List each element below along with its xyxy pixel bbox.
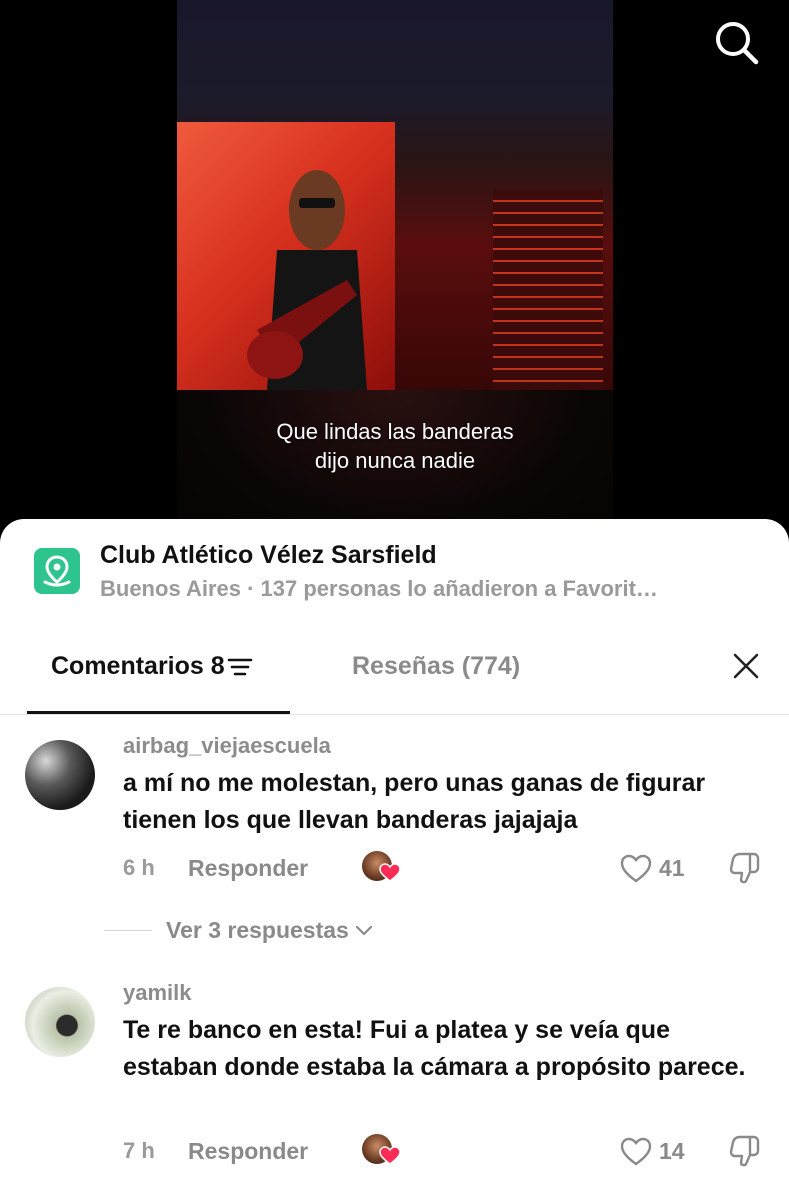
video-caption-line-2: dijo nunca nadie (314, 448, 476, 473)
video-player[interactable]: Que lindas las banderas dijo nunca nadie (0, 0, 789, 545)
avatar[interactable] (25, 740, 95, 810)
tab-comments[interactable]: Comentarios 8 (51, 652, 253, 681)
search-icon[interactable] (712, 18, 760, 66)
reply-button[interactable]: Responder (188, 1138, 308, 1165)
place-subtitle: Buenos Aires · 137 personas lo añadieron… (100, 576, 658, 601)
comment-text: a mí no me molestan, pero unas ganas de … (123, 769, 706, 834)
dislike-icon[interactable] (728, 1134, 762, 1168)
tab-divider (0, 714, 789, 715)
heart-icon (379, 1146, 401, 1165)
comment-text: Te re banco en esta! Fui a platea y se v… (123, 1016, 746, 1081)
guitarist-figure (247, 170, 367, 390)
dislike-icon[interactable] (728, 851, 762, 885)
reply-button[interactable]: Responder (188, 855, 308, 882)
view-replies-button[interactable]: Ver 3 respuestas (166, 917, 373, 944)
video-caption-line-1: Que lindas las banderas (276, 419, 514, 444)
location-pin-icon[interactable] (34, 548, 80, 594)
stage-lights (493, 190, 603, 420)
comment-username[interactable]: airbag_viejaescuela (123, 733, 331, 759)
creator-liked-badge (362, 851, 402, 885)
comment-username[interactable]: yamilk (123, 980, 192, 1006)
like-heart-icon[interactable] (620, 1137, 652, 1167)
like-count: 41 (659, 855, 685, 881)
like-count: 14 (659, 1138, 685, 1164)
comment-time: 7 h (123, 1138, 155, 1163)
chevron-down-icon (355, 925, 372, 935)
heart-icon (379, 863, 401, 882)
creator-liked-badge (362, 1134, 402, 1168)
tab-reviews[interactable]: Reseñas (774) (352, 652, 520, 681)
comment-time: 6 h (123, 855, 155, 880)
tab-comments-label: Comentarios 8 (51, 652, 225, 680)
like-heart-icon[interactable] (620, 854, 652, 884)
replies-divider (104, 930, 152, 931)
avatar[interactable] (25, 987, 95, 1057)
close-icon[interactable] (730, 650, 762, 682)
place-name[interactable]: Club Atlético Vélez Sarsfield (100, 541, 437, 570)
view-replies-label: Ver 3 respuestas (166, 917, 349, 943)
sort-filter-icon[interactable] (227, 656, 253, 678)
